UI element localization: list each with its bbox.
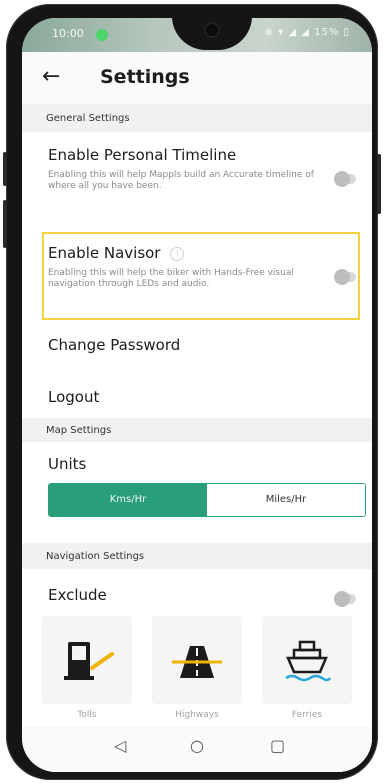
navisor-title: Enable Navisor (48, 244, 161, 262)
units-segmented-control: Kms/Hr Miles/Hr (48, 483, 366, 517)
ferry-icon (285, 640, 332, 682)
section-label: Navigation Settings (46, 551, 145, 562)
ferries-label: Ferries (291, 710, 323, 720)
location-indicator-icon (96, 29, 108, 41)
navisor-title-line: Enable Navisor i (48, 244, 185, 262)
section-label: General Settings (46, 113, 130, 124)
screen: 10:00 ⊕ ▾ ◢ ◢ 15% ▯ ← Settings General S… (22, 18, 372, 772)
nav-recents-icon[interactable]: ▢ (270, 736, 285, 755)
units-option-kms[interactable]: Kms/Hr (49, 484, 207, 516)
navisor-description: Enabling this will help the biker with H… (48, 268, 294, 289)
ferries-tile[interactable] (262, 616, 352, 704)
units-title: Units (48, 455, 87, 473)
tolls-label: Tolls (77, 710, 97, 720)
units-option-miles[interactable]: Miles/Hr (207, 484, 365, 516)
change-password-item[interactable]: Change Password (48, 336, 180, 354)
status-time: 10:00 (52, 27, 84, 40)
personal-timeline-toggle[interactable] (334, 171, 356, 187)
section-header-general: General Settings (22, 104, 372, 132)
navisor-toggle[interactable] (334, 269, 356, 285)
section-header-navigation: Navigation Settings (22, 543, 372, 569)
highway-icon (172, 646, 222, 678)
exclude-toggle[interactable] (334, 591, 356, 607)
personal-timeline-title: Enable Personal Timeline (48, 146, 237, 164)
toll-icon (64, 642, 114, 680)
page-title: Settings (100, 66, 190, 88)
personal-timeline-description: Enabling this will help Mappls build an … (48, 170, 314, 191)
front-camera (206, 24, 218, 36)
toggle-knob (334, 269, 350, 285)
info-icon[interactable]: i (170, 247, 185, 261)
app-bar: ← Settings (22, 52, 372, 104)
logout-item[interactable]: Logout (48, 388, 99, 406)
tolls-tile[interactable] (42, 616, 132, 704)
toggle-knob (334, 171, 350, 187)
phone-frame: 10:00 ⊕ ▾ ◢ ◢ 15% ▯ ← Settings General S… (3, 4, 381, 780)
section-header-map: Map Settings (22, 418, 372, 442)
volume-button (3, 200, 7, 248)
nav-home-icon[interactable]: ○ (190, 736, 204, 755)
highways-label: Highways (175, 710, 219, 720)
volume-button (3, 152, 7, 186)
exclude-title: Exclude (48, 586, 107, 604)
status-icons: ⊕ ▾ ◢ ◢ 15% ▯ (264, 27, 350, 38)
highways-tile[interactable] (152, 616, 242, 704)
nav-back-icon[interactable]: ◁ (114, 736, 126, 755)
section-label: Map Settings (46, 425, 112, 436)
power-button (377, 154, 381, 214)
back-arrow-icon[interactable]: ← (42, 64, 60, 89)
toggle-knob (334, 591, 350, 607)
system-nav-bar: ◁ ○ ▢ (22, 726, 372, 772)
